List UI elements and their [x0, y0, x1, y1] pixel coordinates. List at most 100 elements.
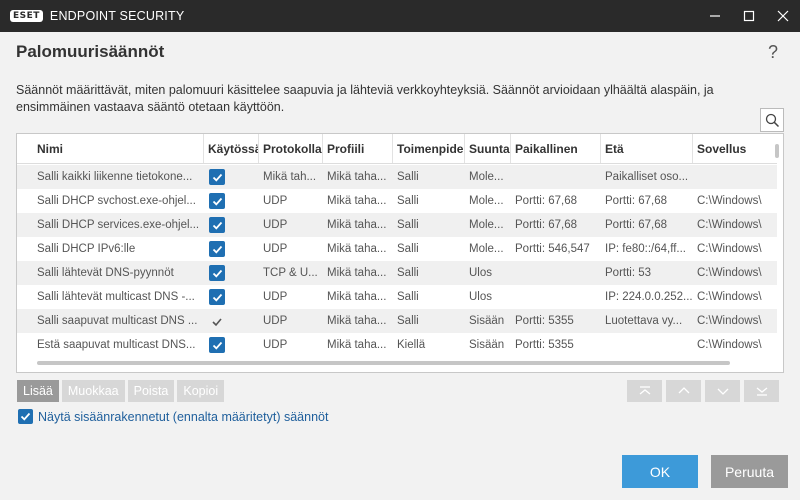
rule-application-cell: C:\Windows\	[697, 219, 762, 231]
rule-enabled-cell[interactable]	[204, 189, 259, 213]
checkmark-icon	[212, 293, 222, 302]
move-top-button[interactable]	[627, 380, 662, 402]
rule-application-cell: C:\Windows\	[697, 291, 762, 303]
rule-enabled-cell[interactable]	[204, 285, 259, 309]
rule-remote-cell: Portti: 67,68	[605, 195, 668, 207]
column-direction[interactable]: Suunta	[465, 134, 511, 163]
app-title: ENDPOINT SECURITY	[49, 9, 185, 23]
rule-local-cell: Portti: 5355	[515, 339, 574, 351]
rule-remote-cell	[601, 333, 693, 357]
remove-button[interactable]: Poista	[127, 380, 175, 402]
rule-enabled-cell[interactable]	[204, 333, 259, 357]
rule-enabled-cell[interactable]	[204, 237, 259, 261]
help-button[interactable]: ?	[768, 42, 778, 63]
dialog-title: Palomuurisäännöt	[16, 42, 165, 61]
table-row[interactable]: Salli kaikki liikenne tietokone... Mikä t…	[17, 165, 777, 189]
rule-enabled-cell[interactable]	[204, 165, 259, 189]
column-name[interactable]: Nimi	[17, 134, 204, 163]
checkmark-icon	[212, 341, 222, 350]
move-down-button[interactable]	[705, 380, 740, 402]
table-row[interactable]: Salli DHCP IPv6:lle UDP Mikä taha... Salli M…	[17, 237, 777, 261]
rule-protocol-cell: UDP	[263, 219, 288, 231]
rule-remote-cell: IP: 224.0.0.252...	[605, 291, 693, 303]
move-bottom-button[interactable]	[744, 380, 779, 402]
enabled-checkbox[interactable]	[209, 289, 225, 305]
rule-application-cell: C:\Windows\	[697, 195, 762, 207]
rule-profile-cell: Mikä taha...	[327, 219, 387, 231]
rule-name-cell: Salli DHCP services.exe-ohjel...	[37, 219, 200, 231]
rule-action-cell: Salli	[397, 195, 419, 207]
table-row[interactable]: Salli lähtevät multicast DNS -... UDP Mikä…	[17, 285, 777, 309]
table-row[interactable]: Estä saapuvat multicast DNS... UDP Mikä ta…	[17, 333, 777, 357]
enabled-checkbox[interactable]	[209, 265, 225, 281]
rule-local-cell: Portti: 5355	[515, 315, 574, 327]
move-top-icon	[639, 386, 650, 395]
copy-button[interactable]: Kopioi	[177, 380, 225, 402]
column-protocol[interactable]: Protokolla	[259, 134, 323, 163]
column-application[interactable]: Sovellus	[693, 134, 777, 163]
horizontal-scrollbar[interactable]	[37, 361, 730, 365]
checkmark-icon	[212, 173, 222, 182]
column-profile[interactable]: Profiili	[323, 134, 393, 163]
search-icon	[765, 113, 779, 127]
show-builtin-label[interactable]: Näytä sisäänrakennetut (ennalta määritet…	[38, 410, 328, 424]
cancel-button[interactable]: Peruuta	[711, 455, 788, 488]
window-titlebar: ESET ENDPOINT SECURITY	[0, 0, 800, 32]
column-action[interactable]: Toimenpide	[393, 134, 465, 163]
column-remote[interactable]: Etä	[601, 134, 693, 163]
rule-remote-cell: Luotettava vy...	[605, 315, 683, 327]
checkmark-icon	[212, 221, 222, 230]
move-bottom-icon	[756, 387, 767, 396]
add-button[interactable]: Lisää	[17, 380, 59, 402]
move-up-icon	[678, 387, 689, 394]
move-up-button[interactable]	[666, 380, 701, 402]
close-button[interactable]	[766, 0, 800, 32]
rule-direction-cell: Mole...	[469, 219, 504, 231]
table-header: Nimi Käytössä Protokolla Profiili Toimen…	[17, 134, 777, 164]
rule-name-cell: Salli lähtevät multicast DNS -...	[37, 291, 195, 303]
table-row[interactable]: Salli DHCP services.exe-ohjel... UDP Mikä …	[17, 213, 777, 237]
rule-name-cell: Salli lähtevät DNS-pyynnöt	[37, 267, 174, 279]
table-row[interactable]: Salli DHCP svchost.exe-ohjel... UDP Mikä t…	[17, 189, 777, 213]
enabled-checkbox[interactable]	[209, 241, 225, 257]
checkmark-icon	[212, 197, 222, 206]
rule-application-cell: C:\Windows\	[697, 243, 762, 255]
order-buttons	[627, 380, 779, 402]
rule-enabled-cell[interactable]	[204, 213, 259, 237]
show-builtin-rules-toggle[interactable]: Näytä sisäänrakennetut (ennalta määritet…	[18, 409, 328, 424]
edit-button[interactable]: Muokkaa	[61, 380, 125, 402]
eset-logo: ESET	[10, 10, 43, 22]
maximize-button[interactable]	[732, 0, 766, 32]
rule-remote-cell: Portti: 67,68	[605, 219, 668, 231]
rule-enabled-cell[interactable]	[204, 309, 259, 333]
enabled-checkbox[interactable]	[209, 169, 225, 185]
minimize-button[interactable]	[698, 0, 732, 32]
rule-local-cell	[511, 285, 601, 309]
enabled-checkbox[interactable]	[209, 193, 225, 209]
show-builtin-checkbox[interactable]	[18, 409, 33, 424]
rule-protocol-cell: UDP	[263, 243, 288, 255]
vertical-scrollbar[interactable]	[775, 144, 779, 158]
rule-profile-cell: Mikä taha...	[327, 195, 387, 207]
rule-protocol-cell: UDP	[263, 339, 288, 351]
column-enabled[interactable]: Käytössä	[204, 134, 259, 163]
enabled-checkbox[interactable]	[209, 217, 225, 233]
rule-profile-cell: Mikä taha...	[327, 339, 387, 351]
search-button[interactable]	[760, 108, 784, 132]
enabled-checkbox[interactable]	[209, 337, 225, 353]
enabled-check[interactable]	[211, 313, 223, 333]
column-local[interactable]: Paikallinen	[511, 134, 601, 163]
rule-protocol-cell: TCP & U...	[263, 267, 318, 279]
ok-button[interactable]: OK	[622, 455, 698, 488]
rule-remote-cell: Paikalliset oso...	[605, 171, 689, 183]
table-row[interactable]: Salli saapuvat multicast DNS ... UDP Mikä …	[17, 309, 777, 333]
rule-enabled-cell[interactable]	[204, 261, 259, 285]
checkmark-icon	[212, 245, 222, 254]
rule-profile-cell: Mikä taha...	[327, 243, 387, 255]
rule-name-cell: Estä saapuvat multicast DNS...	[37, 339, 196, 351]
rule-local-cell	[511, 165, 601, 189]
rule-local-cell	[511, 261, 601, 285]
rule-name-cell: Salli saapuvat multicast DNS ...	[37, 315, 198, 327]
rule-application-cell	[693, 165, 777, 189]
table-row[interactable]: Salli lähtevät DNS-pyynnöt TCP & U... Mikä…	[17, 261, 777, 285]
